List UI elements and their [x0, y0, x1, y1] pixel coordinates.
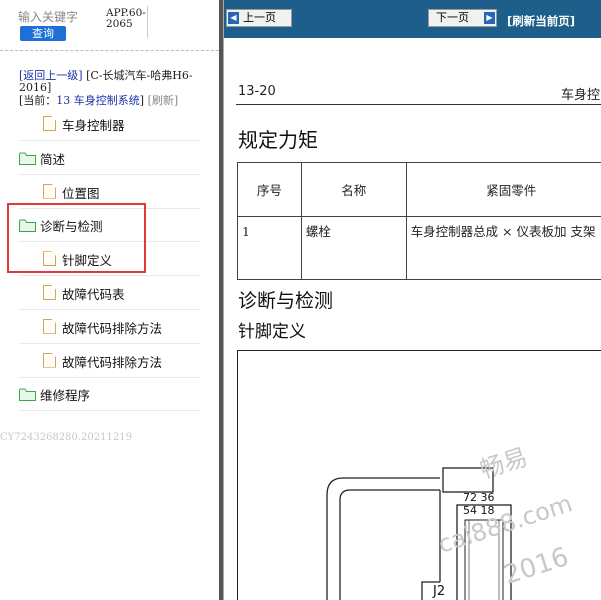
page-number: 13-20	[238, 84, 276, 99]
document-pane: ◀ 上一页 下一页 ▶ [刷新当前页] 13-20 车身控 规定力矩 序号 名称…	[224, 0, 601, 600]
folder-icon	[19, 386, 36, 405]
table-cell: 车身控制器总成 × 仪表板加 支架	[405, 216, 601, 280]
prev-page-label: 上一页	[243, 11, 276, 24]
diagram-frame	[237, 350, 601, 600]
pin-number-bottom: 54 18	[463, 504, 495, 517]
sidebar: 查询 APP.60-2065 [返回上一级] [C-长城汽车-哈弗H6-2016…	[0, 0, 219, 600]
tree-item[interactable]: 车身控制器	[19, 108, 200, 141]
serial-number: CY7243268280.20211219	[0, 432, 132, 443]
connector-tab	[442, 467, 494, 493]
tree-item-label: 车身控制器	[62, 118, 125, 133]
current-suffix: ]	[139, 94, 145, 107]
document-icon	[43, 318, 56, 334]
diagnosis-title: 诊断与检测	[238, 290, 334, 312]
next-page-button[interactable]: 下一页 ▶	[428, 9, 497, 27]
header-rule	[236, 104, 601, 105]
column-header: 紧固零件	[405, 162, 601, 217]
table-row: 1 螺栓 车身控制器总成 × 仪表板加 支架	[237, 216, 601, 280]
arrow-right-icon: ▶	[484, 12, 495, 24]
document-icon	[43, 285, 56, 300]
arrow-left-icon: ◀	[228, 12, 239, 24]
tree-item[interactable]: 故障代码排除方法	[19, 345, 200, 378]
document-icon	[43, 183, 56, 199]
current-section-link[interactable]: 13 车身控制系统	[56, 94, 140, 107]
tree-item[interactable]: 维修程序	[19, 378, 200, 412]
refresh-link[interactable]: [刷新]	[148, 94, 179, 107]
section-heading: 车身控	[561, 88, 601, 103]
document-icon	[43, 116, 56, 131]
folder-icon	[19, 150, 36, 169]
torque-title: 规定力矩	[238, 128, 318, 152]
divider	[0, 50, 219, 51]
divider	[147, 6, 148, 38]
table-cell: 螺栓	[300, 216, 407, 280]
connector-diagram: 72 36 54 18 J2	[237, 350, 601, 600]
tree-item-label: 故障代码排除方法	[62, 320, 163, 336]
tree-item-label: 简述	[40, 151, 66, 167]
refresh-page-link[interactable]: [刷新当前页]	[507, 13, 575, 29]
tree-item-label: 故障代码表	[62, 287, 125, 302]
pin-definition-title: 针脚定义	[238, 322, 306, 342]
app-code: APP.60-2065	[106, 7, 146, 30]
table-header-row: 序号 名称 紧固零件	[237, 162, 601, 217]
torque-table: 序号 名称 紧固零件 1 螺栓 车身控制器总成 × 仪表板加 支架	[237, 162, 601, 280]
connector-label: J2	[432, 584, 445, 599]
current-location: [当前：13 车身控制系统] [刷新]	[19, 95, 215, 107]
tree-item-label: 位置图	[62, 185, 100, 201]
tree-item[interactable]: 简述	[19, 142, 200, 175]
tree-item[interactable]: 故障代码表	[19, 277, 200, 310]
document-icon	[43, 352, 56, 368]
table-cell: 1	[237, 216, 302, 280]
column-header: 名称	[300, 162, 407, 217]
next-page-label: 下一页	[436, 11, 469, 24]
column-header: 序号	[237, 162, 302, 217]
search-button[interactable]: 查询	[20, 26, 66, 41]
prev-page-button[interactable]: ◀ 上一页	[226, 9, 292, 27]
page-toolbar: ◀ 上一页 下一页 ▶ [刷新当前页]	[224, 0, 601, 38]
breadcrumb: [返回上一级] [C-长城汽车-哈弗H6-2016]	[19, 70, 205, 94]
search-input[interactable]	[18, 10, 80, 24]
highlight-box	[7, 203, 146, 273]
tree-item-label: 维修程序	[40, 388, 91, 404]
current-prefix: [当前：	[19, 94, 57, 107]
tree-item[interactable]: 故障代码排除方法	[19, 311, 200, 344]
tree-item-label: 故障代码排除方法	[62, 354, 163, 370]
pin-number-top: 72 36	[463, 491, 495, 504]
